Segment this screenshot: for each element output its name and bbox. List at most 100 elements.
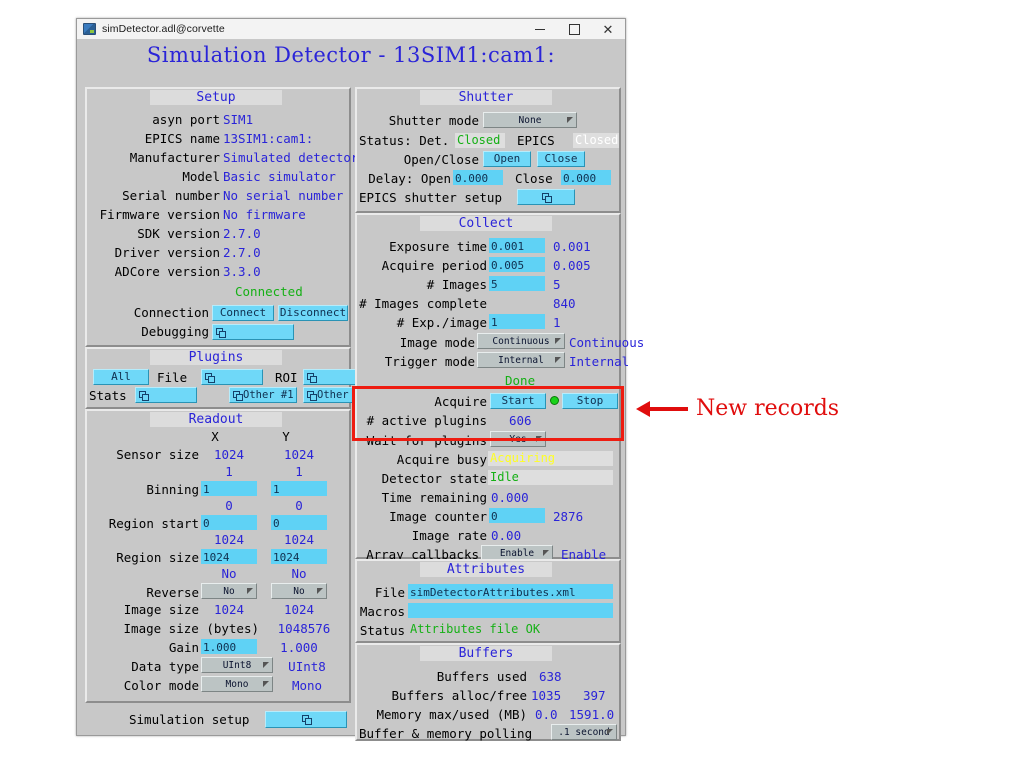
image-counter-input[interactable]: 0 bbox=[489, 508, 545, 523]
array-callbacks-value: Enable bbox=[500, 548, 534, 559]
gain-rbv: 1.000 bbox=[269, 641, 329, 655]
attributes-status-label: Status bbox=[357, 624, 405, 638]
buffers-used-value: 638 bbox=[539, 670, 562, 684]
disconnect-button[interactable]: Disconnect bbox=[278, 305, 348, 321]
collect-panel-title: Collect bbox=[420, 216, 552, 231]
shutter-mode-label: Shutter mode bbox=[357, 114, 479, 128]
shutter-det-status: Closed bbox=[455, 133, 505, 148]
debugging-related-display-button[interactable] bbox=[212, 324, 294, 340]
plugins-stats-related-display-button[interactable] bbox=[135, 387, 197, 403]
memory-max-value: 0.0 bbox=[535, 708, 558, 722]
buffer-polling-menu[interactable]: .1 second bbox=[551, 724, 617, 740]
manufacturer-value: Simulated detector bbox=[223, 151, 358, 165]
trigger-mode-menu[interactable]: Internal bbox=[477, 352, 565, 368]
binning-x-input[interactable]: 1 bbox=[201, 481, 257, 496]
close-icon[interactable]: ✕ bbox=[591, 19, 625, 39]
related-display-icon bbox=[302, 715, 311, 724]
epics-shutter-setup-label: EPICS shutter setup bbox=[359, 191, 502, 205]
chevron-down-icon bbox=[247, 588, 253, 594]
chevron-down-icon bbox=[543, 550, 549, 556]
readout-col-x: X bbox=[204, 430, 226, 444]
plugins-panel-title: Plugins bbox=[150, 350, 282, 365]
gain-label: Gain bbox=[87, 641, 199, 655]
acquire-busy-value: Acquiring bbox=[488, 451, 613, 466]
adcore-version-value: 3.3.0 bbox=[223, 265, 261, 279]
exp-per-image-input[interactable]: 1 bbox=[489, 314, 545, 329]
image-mode-menu[interactable]: Continuous bbox=[477, 333, 565, 349]
image-size-bytes-label: Image size (bytes) bbox=[87, 622, 259, 636]
minimize-button[interactable] bbox=[523, 19, 557, 39]
plugins-other1-related-display-button[interactable]: Other #1 bbox=[229, 387, 297, 403]
region-size-y-input[interactable]: 1024 bbox=[271, 549, 327, 564]
related-display-icon bbox=[307, 373, 316, 382]
data-type-label: Data type bbox=[87, 660, 199, 674]
asyn-port-value: SIM1 bbox=[223, 113, 253, 127]
region-start-y-input[interactable]: 0 bbox=[271, 515, 327, 530]
model-value: Basic simulator bbox=[223, 170, 336, 184]
window-title: simDetector.adl@corvette bbox=[102, 23, 225, 35]
plugins-all-button[interactable]: All bbox=[93, 369, 149, 385]
color-mode-menu[interactable]: Mono bbox=[201, 676, 273, 692]
shutter-mode-value: None bbox=[519, 115, 542, 126]
binning-y-input[interactable]: 1 bbox=[271, 481, 327, 496]
reverse-y-menu[interactable]: No bbox=[271, 583, 327, 599]
connection-label: Connection bbox=[87, 306, 209, 320]
image-mode-label: Image mode bbox=[357, 336, 475, 350]
num-images-rbv: 5 bbox=[553, 278, 561, 292]
trigger-mode-label: Trigger mode bbox=[357, 355, 475, 369]
setup-panel: Setup asyn port SIM1 EPICS name 13SIM1:c… bbox=[85, 87, 351, 347]
attributes-file-label: File bbox=[357, 586, 405, 600]
data-type-value: UInt8 bbox=[223, 660, 252, 671]
chevron-down-icon bbox=[555, 357, 561, 363]
shutter-epics-status: Closed bbox=[573, 133, 619, 148]
debugging-label: Debugging bbox=[87, 325, 209, 339]
shutter-open-button[interactable]: Open bbox=[483, 151, 531, 167]
gain-input[interactable]: 1.000 bbox=[201, 639, 257, 654]
attributes-file-input[interactable]: simDetectorAttributes.xml bbox=[408, 584, 613, 599]
manufacturer-label: Manufacturer bbox=[87, 151, 220, 165]
page-title: Simulation Detector - 13SIM1:cam1: bbox=[77, 43, 625, 67]
related-display-icon bbox=[139, 391, 148, 400]
reverse-x-rbv: No bbox=[199, 567, 259, 581]
shutter-mode-menu[interactable]: None bbox=[483, 112, 577, 128]
readout-panel: Readout X Y Sensor size 1024 1024 1 1 Bi… bbox=[85, 409, 351, 703]
plugins-panel: Plugins All File ROI Stats Other #1 Othe… bbox=[85, 347, 351, 409]
new-records-label: New records bbox=[696, 396, 839, 421]
sdk-version-value: 2.7.0 bbox=[223, 227, 261, 241]
maximize-button[interactable] bbox=[557, 19, 591, 39]
chevron-down-icon bbox=[263, 662, 269, 668]
simulation-setup-related-display-button[interactable] bbox=[265, 711, 347, 728]
epics-shutter-setup-related-display-button[interactable] bbox=[517, 189, 575, 205]
reverse-y-rbv: No bbox=[269, 567, 329, 581]
plugins-stats-label: Stats bbox=[89, 389, 127, 403]
reverse-x-menu[interactable]: No bbox=[201, 583, 257, 599]
readout-col-y: Y bbox=[275, 430, 297, 444]
buffers-used-label: Buffers used bbox=[357, 670, 527, 684]
connect-button[interactable]: Connect bbox=[212, 305, 274, 321]
shutter-delay-open-input[interactable]: 0.000 bbox=[453, 170, 503, 185]
detector-state-value: Idle bbox=[488, 470, 613, 485]
acquire-busy-label: Acquire busy bbox=[357, 453, 487, 467]
data-type-menu[interactable]: UInt8 bbox=[201, 657, 273, 673]
region-start-x-input[interactable]: 0 bbox=[201, 515, 257, 530]
region-start-label: Region start bbox=[87, 517, 199, 531]
detector-state-label: Detector state bbox=[357, 472, 487, 486]
driver-version-value: 2.7.0 bbox=[223, 246, 261, 260]
app-icon bbox=[83, 23, 96, 35]
plugins-file-related-display-button[interactable] bbox=[201, 369, 263, 385]
sensor-size-y-value: 1024 bbox=[269, 448, 329, 462]
attributes-macros-label: Macros bbox=[357, 605, 405, 619]
shutter-close-button[interactable]: Close bbox=[537, 151, 585, 167]
shutter-epics-label: EPICS bbox=[517, 134, 555, 148]
related-display-icon bbox=[542, 193, 551, 202]
num-images-input[interactable]: 5 bbox=[489, 276, 545, 291]
binning-label: Binning bbox=[87, 483, 199, 497]
shutter-delay-close-input[interactable]: 0.000 bbox=[561, 170, 611, 185]
region-size-x-input[interactable]: 1024 bbox=[201, 549, 257, 564]
exposure-time-input[interactable]: 0.001 bbox=[489, 238, 545, 253]
attributes-macros-input[interactable] bbox=[408, 603, 613, 618]
firmware-version-value: No firmware bbox=[223, 208, 306, 222]
epics-name-value: 13SIM1:cam1: bbox=[223, 132, 313, 146]
acquire-period-input[interactable]: 0.005 bbox=[489, 257, 545, 272]
epics-name-label: EPICS name bbox=[87, 132, 220, 146]
